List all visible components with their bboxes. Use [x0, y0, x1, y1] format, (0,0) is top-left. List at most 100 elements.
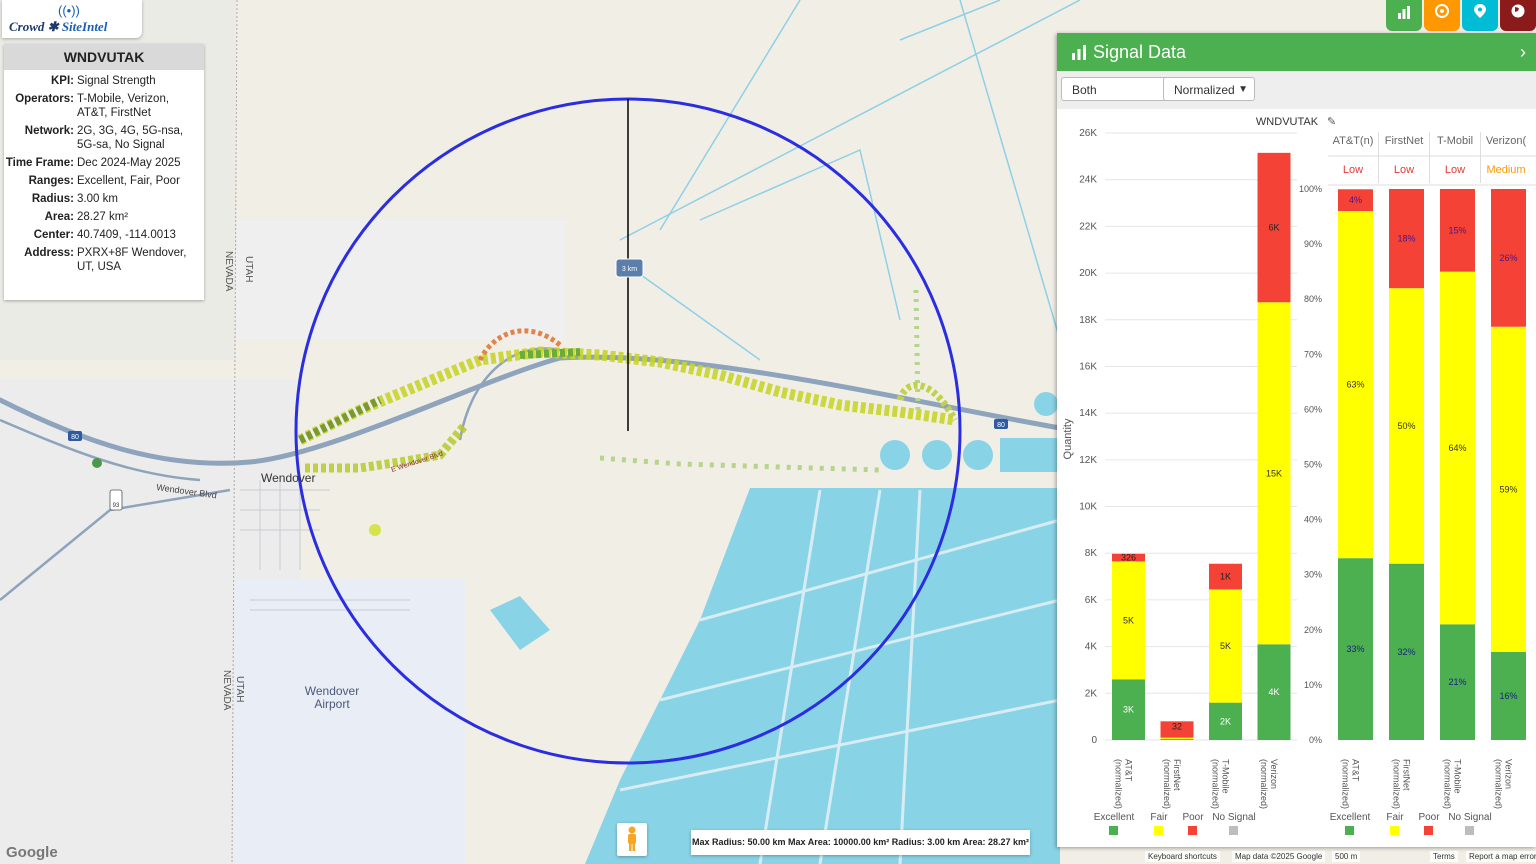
map-pin-icon[interactable] [1462, 0, 1498, 31]
terms-link[interactable]: Terms [1430, 851, 1458, 862]
y-tick-label: 20K [1079, 268, 1097, 279]
info-value: 28.27 km² [77, 211, 129, 223]
x-tick-label-sub: (normalized) [1259, 759, 1269, 809]
pct-bar-data-label: 4% [1349, 195, 1362, 205]
quality-level: Low [1445, 164, 1465, 176]
y-tick-label-pct: 70% [1304, 349, 1322, 359]
y-tick-label: 12K [1079, 455, 1097, 466]
pct-bar-data-label: 15% [1448, 225, 1466, 235]
info-value: Signal Strength [77, 75, 156, 87]
legend-label-right: No Signal [1448, 812, 1491, 823]
y-tick-label: 22K [1079, 221, 1097, 232]
globe-icon[interactable] [1500, 0, 1536, 31]
info-key: Operators: [15, 93, 74, 105]
y-axis-label: Quantity [1062, 418, 1074, 459]
y-tick-label-pct: 80% [1304, 294, 1322, 304]
chevron-down-icon: ▼ [1238, 84, 1248, 95]
bar-chart-icon[interactable] [1386, 0, 1422, 31]
state-label-utah-2: UTAH [234, 676, 245, 702]
pct-bar-data-label: 50% [1397, 421, 1415, 431]
panel-title: Signal Data [1093, 42, 1187, 62]
quality-level: Low [1394, 164, 1414, 176]
y-tick-label-pct: 50% [1304, 460, 1322, 470]
info-value: 2G, 3G, 4G, 5G-nsa, 5G-sa, No Signal [77, 125, 184, 151]
town-label: Wendover [261, 471, 315, 485]
bar-data-label: 1K [1220, 572, 1231, 582]
pct-x-tick-label-sub: (normalized) [1341, 759, 1351, 809]
y-tick-label-pct: 10% [1304, 680, 1322, 690]
pct-x-tick-label: T-Mobile [1453, 759, 1463, 794]
keyboard-shortcuts-link[interactable]: Keyboard shortcuts [1145, 851, 1220, 862]
bar-data-label: 5K [1220, 641, 1231, 651]
quality-level: Medium [1486, 164, 1525, 176]
bar-data-label: 5K [1123, 615, 1134, 625]
bar-data-label: 15K [1266, 468, 1282, 478]
info-value: PXRX+8F Wendover, UT, USA [77, 247, 187, 273]
legend-swatch-left [1229, 826, 1238, 835]
signal-data-panel: Signal Data › Both▼ Normalized▼ WNDVUTAK… [1057, 33, 1536, 847]
pct-bar-segment-no-signal [1338, 189, 1373, 190]
legend-label-right: Poor [1418, 812, 1440, 823]
y-tick-label: 26K [1079, 128, 1097, 139]
panel-controls: Both▼ Normalized▼ [1057, 71, 1536, 109]
y-tick-label: 2K [1085, 688, 1098, 699]
pct-bar-data-label: 64% [1448, 443, 1466, 453]
info-key: Time Frame: [5, 157, 74, 169]
y-tick-label: 4K [1085, 642, 1098, 653]
info-value: Excellent, Fair, Poor [77, 175, 180, 187]
y-tick-label-pct: 90% [1304, 239, 1322, 249]
x-tick-label: FirstNet [1172, 759, 1182, 791]
hwy-shield-2: 80 [997, 422, 1005, 429]
legend-swatch-right [1424, 826, 1433, 835]
info-key: Network: [24, 125, 74, 137]
quality-operator: T-Mobil [1437, 135, 1473, 147]
info-row: Ranges: Excellent, Fair, Poor [4, 174, 204, 188]
legend-label-left: Poor [1182, 812, 1204, 823]
map-scale[interactable]: 500 m [1332, 851, 1361, 862]
alt-shield: 93 [113, 503, 120, 509]
site-title: WNDVUTAK [4, 44, 204, 70]
legend-swatch-left [1109, 826, 1118, 835]
pct-x-tick-label-sub: (normalized) [1443, 759, 1453, 809]
y-tick-label-pct: 20% [1304, 625, 1322, 635]
legend-label-left: Fair [1150, 812, 1168, 823]
scale-select[interactable]: Normalized ▼ [1163, 77, 1255, 101]
hwy-shield: 80 [71, 434, 79, 441]
x-tick-label: AT&T [1124, 759, 1134, 782]
bar-data-label: 326 [1121, 553, 1136, 563]
app-logo[interactable]: ((•)) Crowd ✱ SiteIntel [2, 0, 142, 38]
map-data-credit: Map data ©2025 Google [1232, 851, 1326, 862]
pct-bar-data-label: 33% [1346, 644, 1364, 654]
info-row: Address: PXRX+8F Wendover, UT, USA [4, 246, 204, 274]
pct-x-tick-label-sub: (normalized) [1392, 759, 1402, 809]
street-view-pegman[interactable] [617, 823, 647, 856]
legend-swatch-right [1390, 826, 1399, 835]
scale-info: Max Radius: 50.00 km Max Area: 10000.00 … [691, 830, 1030, 855]
edit-icon: ✎ [1327, 116, 1336, 128]
info-value: 40.7409, -114.0013 [77, 229, 176, 241]
x-tick-label: T-Mobile [1221, 759, 1231, 794]
info-key: Radius: [31, 193, 74, 205]
pct-x-tick-label-sub: (normalized) [1494, 759, 1504, 809]
radius-tag: 3 km [622, 266, 637, 273]
info-row: Center: 40.7409, -114.0013 [4, 228, 204, 242]
logo-text-left: Crowd [9, 19, 45, 34]
bar-segment-excellent [1160, 739, 1194, 740]
report-error-link[interactable]: Report a map error [1466, 851, 1536, 862]
pct-bar-data-label: 16% [1499, 691, 1517, 701]
info-value: T-Mobile, Verizon, AT&T, FirstNet [77, 93, 170, 119]
info-row: Radius: 3.00 km [4, 192, 204, 206]
info-key: Center: [33, 229, 74, 241]
pct-bar-data-label: 32% [1397, 647, 1415, 657]
y-tick-label: 10K [1079, 502, 1097, 513]
info-key: Ranges: [28, 175, 74, 187]
pct-bar-data-label: 18% [1397, 234, 1415, 244]
y-tick-label-pct: 0% [1309, 735, 1322, 745]
pct-x-tick-label: AT&T [1351, 759, 1361, 782]
pct-bar-data-label: 63% [1346, 380, 1364, 390]
x-tick-label-sub: (normalized) [1162, 759, 1172, 809]
target-icon[interactable] [1424, 0, 1460, 31]
info-row: Network: 2G, 3G, 4G, 5G-nsa, 5G-sa, No Si… [4, 124, 204, 152]
chevron-right-icon[interactable]: › [1520, 33, 1526, 71]
bar-data-label: 32 [1172, 721, 1182, 731]
